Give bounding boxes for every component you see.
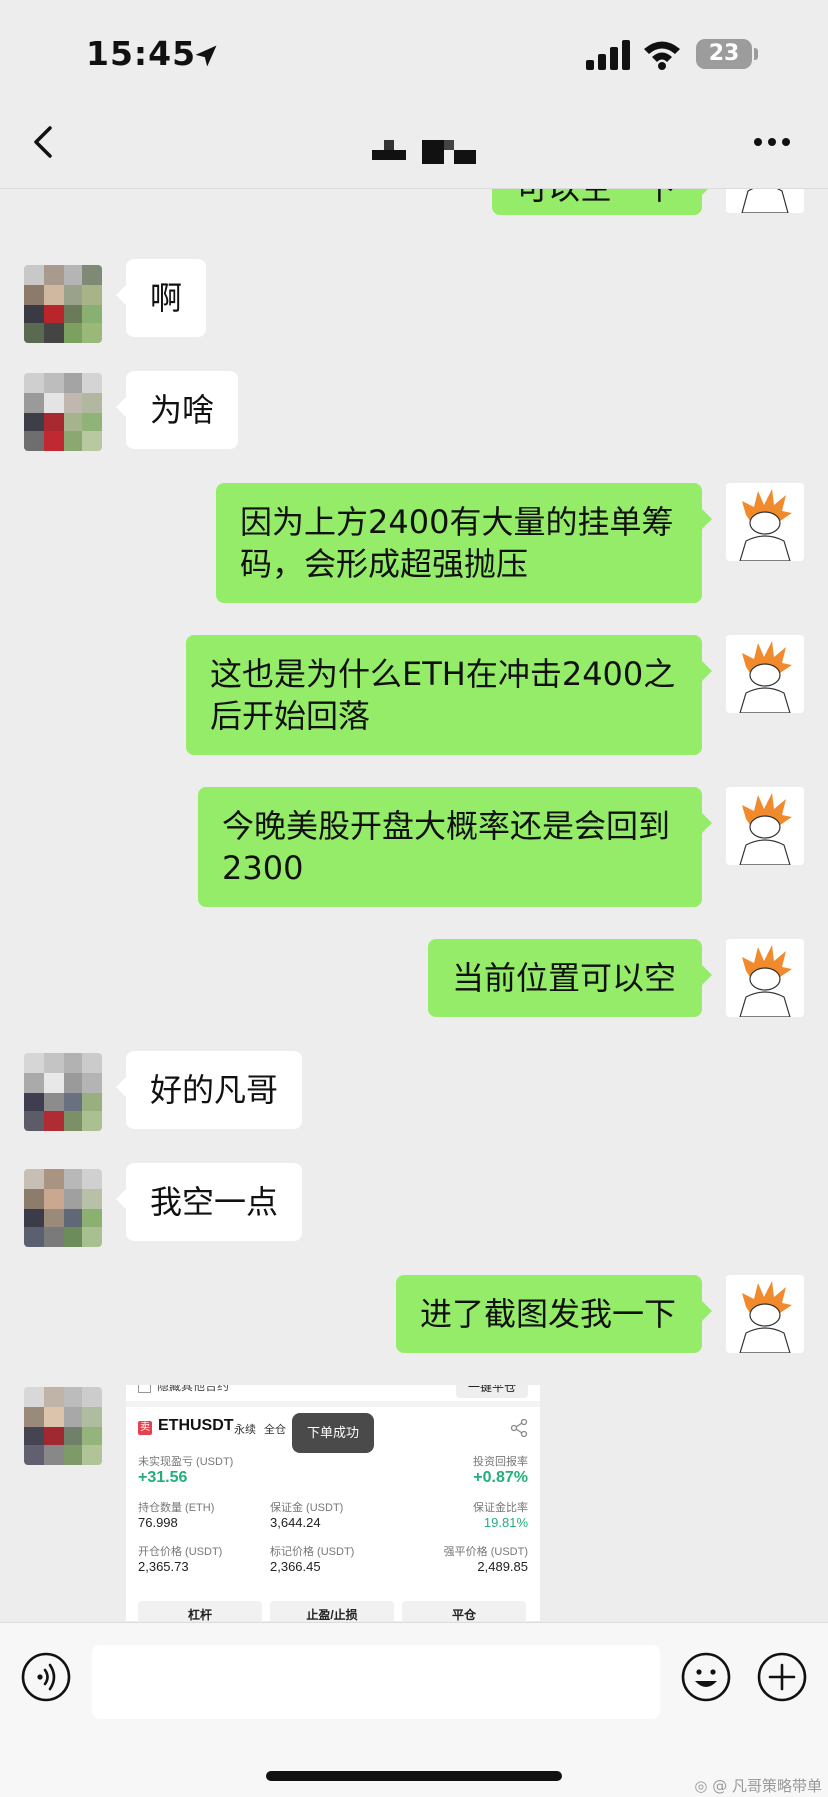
add-attachment-icon[interactable] (756, 1651, 808, 1703)
message-row: 好的凡哥 (0, 1051, 828, 1141)
liquidation-price-label: 强平价格 (USDT) (443, 1546, 528, 1558)
leverage-button: 杠杆 (138, 1601, 262, 1621)
my-avatar[interactable] (726, 483, 804, 561)
entry-price-value: 2,365.73 (138, 1559, 189, 1574)
message-bubble-incoming[interactable]: 好的凡哥 (115, 1051, 303, 1129)
message-bubble-outgoing[interactable]: 可以空一下 (492, 189, 712, 215)
margin-value: 3,644.24 (270, 1515, 321, 1530)
liquidation-price-value: 2,489.85 (477, 1559, 528, 1574)
contact-avatar-pixelated[interactable] (24, 1169, 102, 1247)
contact-avatar-pixelated[interactable] (24, 1053, 102, 1131)
voice-input-icon[interactable] (20, 1651, 72, 1703)
entry-price-label: 开仓价格 (USDT) (138, 1546, 223, 1558)
roi-value: +0.87% (473, 1469, 528, 1486)
margin-ratio-value: 19.81% (483, 1515, 528, 1530)
message-row: 进了截图发我一下 (0, 1275, 828, 1365)
location-arrow-icon (195, 45, 217, 67)
mark-price-label: 标记价格 (USDT) (270, 1546, 355, 1558)
message-row: 为啥 (0, 371, 828, 461)
sell-badge: 卖 (138, 1421, 152, 1435)
back-chevron-icon[interactable] (20, 118, 68, 166)
redacted-title-mosaic (372, 140, 476, 164)
cellular-signal-icon (586, 40, 630, 70)
message-bubble-incoming[interactable]: 为啥 (115, 371, 239, 449)
my-avatar[interactable] (726, 1275, 804, 1353)
message-row: 这也是为什么ETH在冲击2400之后开始回落 (0, 635, 828, 765)
home-indicator (266, 1771, 562, 1781)
position-qty-label: 持仓数量 (ETH) (138, 1502, 215, 1514)
message-row: 可以空一下 (0, 189, 828, 229)
chat-message-list[interactable]: 可以空一下 啊 为啥 因为上方2400有大量的挂单筹码，会形成超强抛压 (0, 189, 828, 1621)
image-message-trade-screenshot[interactable]: 隐藏其他合约 一键平仓 卖 ETHUSDT 永续 全仓 下单成功 未实现盈亏 (… (126, 1385, 540, 1621)
more-options-icon[interactable] (748, 122, 796, 162)
watermark-logo-icon: ◎ @ (694, 1777, 732, 1795)
my-avatar[interactable] (726, 939, 804, 1017)
contract-symbol: ETHUSDT (158, 1417, 234, 1434)
chat-input-bar: ◎ @ 凡哥策略带单 (0, 1622, 828, 1797)
cross-margin-tag: 全仓 (264, 1424, 286, 1436)
message-row: 因为上方2400有大量的挂单筹码，会形成超强抛压 (0, 483, 828, 613)
unrealized-pnl-label: 未实现盈亏 (USDT) (138, 1456, 234, 1468)
close-all-positions-label: 一键平仓 (455, 1385, 528, 1398)
status-time: 15:45 (86, 34, 197, 73)
status-bar: 15:45 23 (0, 0, 828, 100)
share-icon (510, 1419, 528, 1437)
message-row: 当前位置可以空 (0, 939, 828, 1029)
battery-icon: 23 (696, 39, 752, 69)
tp-sl-button: 止盈/止损 (270, 1601, 394, 1621)
my-avatar[interactable] (726, 189, 804, 213)
unrealized-pnl-value: +31.56 (138, 1469, 188, 1486)
wifi-icon (644, 41, 680, 70)
separator (126, 1401, 540, 1407)
battery-tip (754, 48, 758, 60)
hide-other-contracts: 隐藏其他合约 (138, 1385, 229, 1394)
message-bubble-outgoing[interactable]: 今晚美股开盘大概率还是会回到2300 (198, 787, 712, 907)
contact-avatar-pixelated[interactable] (24, 265, 102, 343)
message-row: 今晚美股开盘大概率还是会回到2300 (0, 787, 828, 917)
close-position-button: 平仓 (402, 1601, 526, 1621)
message-bubble-outgoing[interactable]: 这也是为什么ETH在冲击2400之后开始回落 (186, 635, 712, 755)
order-success-toast: 下单成功 (292, 1413, 374, 1453)
perpetual-tag: 永续 (234, 1424, 256, 1436)
mark-price-value: 2,366.45 (270, 1559, 321, 1574)
roi-label: 投资回报率 (473, 1456, 528, 1468)
my-avatar[interactable] (726, 635, 804, 713)
emoji-icon[interactable] (680, 1651, 732, 1703)
margin-ratio-label: 保证金比率 (473, 1502, 528, 1514)
contact-avatar-pixelated[interactable] (24, 1387, 102, 1465)
message-bubble-incoming[interactable]: 啊 (115, 259, 207, 337)
position-qty-value: 76.998 (138, 1515, 178, 1530)
message-bubble-incoming[interactable]: 我空一点 (115, 1163, 303, 1241)
message-bubble-outgoing[interactable]: 因为上方2400有大量的挂单筹码，会形成超强抛压 (216, 483, 712, 603)
message-bubble-outgoing[interactable]: 进了截图发我一下 (396, 1275, 712, 1353)
message-bubble-outgoing[interactable]: 当前位置可以空 (428, 939, 712, 1017)
checkbox-icon (138, 1385, 151, 1394)
margin-label: 保证金 (USDT) (270, 1502, 344, 1514)
message-row: 啊 (0, 259, 828, 349)
contact-avatar-pixelated[interactable] (24, 373, 102, 451)
message-row: 我空一点 (0, 1163, 828, 1253)
chat-header (0, 100, 828, 189)
my-avatar[interactable] (726, 787, 804, 865)
watermark-text: ◎ @ 凡哥策略带单 (694, 1777, 822, 1795)
message-text-input[interactable] (92, 1645, 660, 1719)
